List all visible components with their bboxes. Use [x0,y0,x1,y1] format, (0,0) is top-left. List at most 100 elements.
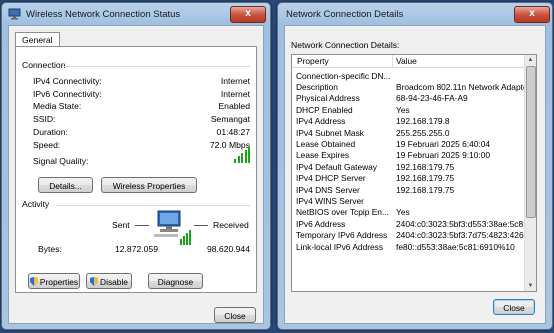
divider [62,66,250,67]
table-row[interactable]: Lease Expires 19 Februari 2025 9:10:00 [292,150,524,161]
tab-general[interactable]: General [15,32,60,47]
table-row[interactable]: Connection-specific DN... [292,70,524,81]
connection-row-value: Enabled [218,101,250,112]
sent-label: Sent [112,220,130,230]
connection-row-value: Semangat [210,114,250,125]
connection-row-label: Speed: [33,139,61,150]
close-icon[interactable]: x [514,6,550,23]
network-activity-icon [154,210,191,245]
diagnose-button[interactable]: Diagnose [148,273,203,289]
value-cell: 2404:c0:3023:5bf3:d553:38ae:5c81:6 [396,218,524,229]
property-cell: Physical Address [296,93,360,104]
property-cell: IPv4 WINS Server [296,195,364,206]
table-row[interactable]: Link-local IPv6 Address fe80::d553:38ae:5… [292,241,524,252]
shield-icon [29,277,38,286]
close-icon[interactable]: x [230,6,266,23]
property-cell: Link-local IPv6 Address [296,241,384,252]
connection-row-value: Internet [220,76,250,86]
disable-button-label: Disable [100,277,128,287]
table-row[interactable]: IPv4 Address 192.168.179.8 [292,116,524,127]
signal-bar [248,147,250,163]
window-title: Network Connection Details [286,9,404,20]
value-cell: 2404:c0:3023:5bf3:7d75:4823:426d:7 [396,230,524,241]
table-row[interactable]: DHCP Enabled Yes [292,104,524,115]
scroll-thumb[interactable] [526,66,536,218]
property-cell: IPv6 Address [296,218,346,229]
table-row[interactable]: Physical Address 68-94-23-46-FA-A9 [292,93,524,104]
received-line [194,225,208,226]
scroll-down-arrow[interactable]: ▼ [525,281,536,291]
details-button[interactable]: Details... [38,177,93,193]
table-row[interactable]: IPv4 Default Gateway 192.168.179.75 [292,161,524,172]
details-list: Property Value Connection-specific DN...… [291,54,537,292]
property-cell: IPv4 DHCP Server [296,173,366,184]
value-cell [392,70,524,81]
window-title: Wireless Network Connection Status [26,9,181,20]
connection-row-value: 01:48:27 [216,126,250,137]
connection-row-label: SSID: [33,114,56,125]
properties-button[interactable]: Properties [28,273,80,289]
bytes-received-value: 98.620.944 [206,244,250,254]
signal-bar [234,159,236,163]
sent-line [135,225,149,226]
properties-button-label: Properties [39,277,79,287]
details-client-area: Network Connection Details: Property Val… [284,25,546,324]
table-row[interactable]: IPv4 Subnet Mask 255.255.255.0 [292,127,524,138]
bytes-label: Bytes: [38,244,62,254]
property-cell: IPv4 Subnet Mask [296,127,364,138]
table-row[interactable]: IPv4 WINS Server [292,195,524,206]
signal-bar [244,150,247,163]
value-cell [392,195,524,206]
status-client-area: General Connection IPv4 Connectivity: Int… [8,25,264,324]
value-cell: 192.168.179.8 [396,116,450,127]
table-row[interactable]: Temporary IPv6 Address 2404:c0:3023:5bf3:… [292,229,524,240]
disable-button[interactable]: Disable [86,273,132,289]
value-cell: Broadcom 802.11n Network Adapter [396,82,524,93]
value-cell: 255.255.255.0 [396,127,450,138]
title-bar[interactable]: Wireless Network Connection Status x [2,3,270,27]
title-bar[interactable]: Network Connection Details x [278,3,552,27]
connection-row-label: Media State: [33,101,82,112]
value-cell: 192.168.179.75 [396,173,455,184]
property-cell: DHCP Enabled [296,104,353,115]
column-header-property[interactable]: Property [297,56,329,66]
property-cell: Lease Obtained [296,139,356,150]
vertical-scrollbar[interactable]: ▲ ▼ [524,55,536,291]
table-row[interactable]: Lease Obtained 19 Februari 2025 6:40:04 [292,138,524,149]
signal-strength-icon [234,147,252,163]
bytes-sent-value: 12.872.059 [114,244,158,254]
value-cell: Yes [396,207,410,218]
close-button[interactable]: Close [493,299,535,315]
general-panel: Connection IPv4 Connectivity: Internet IPv… [15,46,257,293]
divider [56,205,250,206]
table-row[interactable]: IPv4 DNS Server 192.168.179.75 [292,184,524,195]
wireless-properties-button[interactable]: Wireless Properties [101,177,197,193]
value-cell: 192.168.179.75 [396,184,455,195]
list-header: Property Value [292,55,524,68]
details-caption: Network Connection Details: [291,40,400,50]
table-row[interactable]: IPv4 DHCP Server 192.168.179.75 [292,173,524,184]
connection-details-window: Network Connection Details x Network Con… [277,2,553,330]
property-cell: Temporary IPv6 Address [296,230,388,241]
property-cell: IPv4 Default Gateway [296,161,377,172]
table-row[interactable]: IPv6 Address 2404:c0:3023:5bf3:d553:38ae:… [292,218,524,229]
value-cell: 68-94-23-46-FA-A9 [396,93,468,104]
activity-section-title: Activity [22,199,50,209]
connection-row-label: IPv4 Connectivity: [33,76,102,86]
value-cell: Yes [396,104,410,115]
property-cell: IPv4 Address [296,116,346,127]
value-cell: 19 Februari 2025 9:10:00 [396,150,491,161]
details-table: Connection-specific DN... Description Broa… [292,70,524,252]
value-cell: fe80::d553:38ae:5c81:6910%10 [396,241,515,252]
property-cell: NetBIOS over Tcpip En... [296,207,389,218]
network-icon [8,8,21,20]
table-row[interactable]: NetBIOS over Tcpip En... Yes [292,207,524,218]
property-cell: Connection-specific DN... [296,70,391,81]
scroll-up-arrow[interactable]: ▲ [525,55,536,65]
signal-bar [241,153,243,163]
table-row[interactable]: Description Broadcom 802.11n Network Adap… [292,81,524,92]
property-cell: Lease Expires [296,150,350,161]
list-body: Connection-specific DN... Description Broa… [292,70,524,290]
close-button[interactable]: Close [214,307,256,323]
column-header-value[interactable]: Value [396,56,417,66]
